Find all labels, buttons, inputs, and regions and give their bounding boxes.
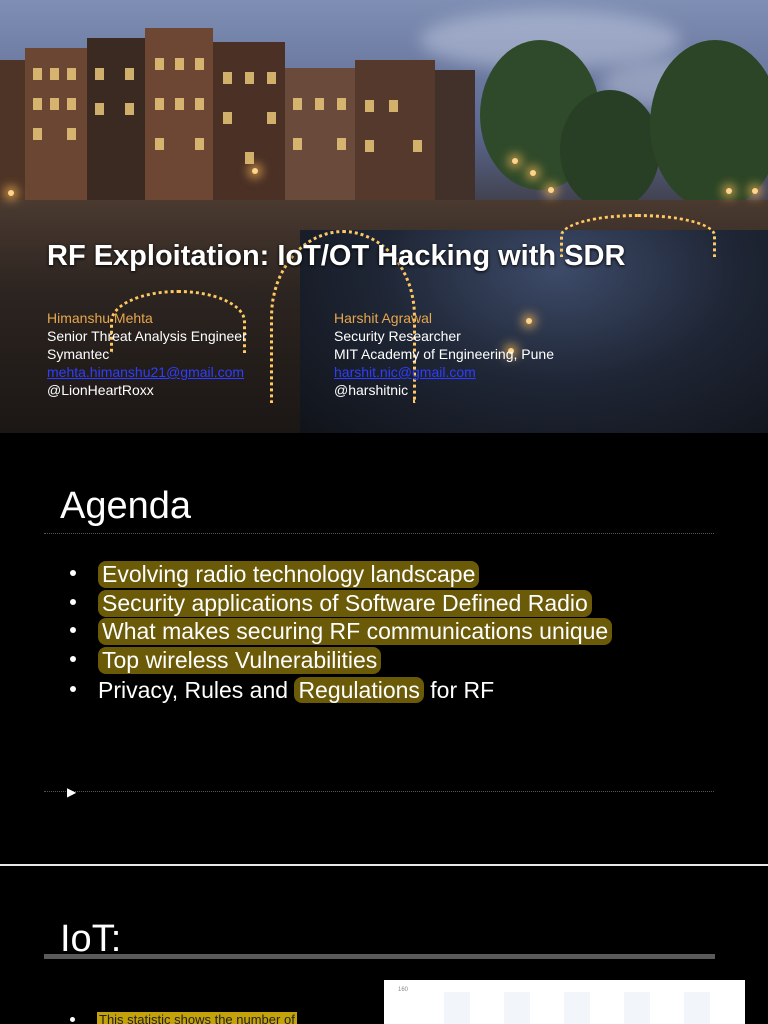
chart-gridband	[564, 992, 590, 1024]
chart-gridband	[624, 992, 650, 1024]
presentation-title: RF Exploitation: IoT/OT Hacking with SDR	[47, 240, 626, 272]
divider	[44, 954, 715, 959]
list-item-text: Security applications of Software Define…	[98, 590, 592, 617]
author-block-1: Himanshu Mehta Senior Threat Analysis En…	[47, 309, 247, 399]
list-item-text: Privacy, Rules and Regulations for RF	[98, 677, 494, 704]
list-item-text: This statistic shows the number of	[97, 1012, 297, 1024]
author-org: Symantec	[47, 346, 110, 362]
list-item-text: What makes securing RF communications un…	[98, 618, 613, 645]
bullet-icon	[70, 599, 76, 605]
author-name: Harshit Agrawal	[334, 310, 433, 326]
slide-heading: Agenda	[60, 485, 192, 527]
author-role: Senior Threat Analysis Engineer	[47, 328, 247, 344]
iot-slide: IoT: 160 This statistic shows the number…	[0, 866, 768, 1024]
highlighted-text: Regulations	[294, 677, 424, 703]
divider	[44, 791, 714, 792]
chart-axis-label: 160	[398, 987, 409, 993]
agenda-slide: Agenda Evolving radio technology landsca…	[0, 433, 768, 864]
plain-text: Privacy, Rules and	[98, 677, 295, 703]
author-block-2: Harshit Agrawal Security Researcher MIT …	[334, 309, 554, 399]
author-role: Security Researcher	[334, 328, 461, 344]
title-slide: RF Exploitation: IoT/OT Hacking with SDR…	[0, 0, 768, 433]
list-item-text: Evolving radio technology landscape	[98, 561, 480, 588]
author-name: Himanshu Mehta	[47, 310, 153, 326]
plain-text: for RF	[423, 677, 495, 703]
chart-gridband	[444, 992, 470, 1024]
author-org: MIT Academy of Engineering, Pune	[334, 346, 554, 362]
play-arrow-icon[interactable]: ▶	[67, 785, 76, 799]
bullet-icon	[70, 570, 76, 576]
author-handle: @LionHeartRoxx	[47, 382, 154, 398]
bullet-icon	[70, 656, 76, 662]
chart-gridband	[684, 992, 710, 1024]
divider	[44, 533, 714, 534]
author-handle: @harshitnic	[334, 382, 409, 398]
list-item-text: Top wireless Vulnerabilities	[98, 647, 382, 674]
bullet-icon	[70, 686, 76, 692]
bullet-icon	[70, 627, 76, 633]
author-email-link[interactable]: mehta.himanshu21@gmail.com	[47, 363, 247, 381]
author-email-link[interactable]: harshit.nic@gmail.com	[334, 363, 554, 381]
bullet-icon	[70, 1017, 75, 1022]
statistic-chart: 160	[384, 980, 745, 1024]
chart-gridband	[504, 992, 530, 1024]
